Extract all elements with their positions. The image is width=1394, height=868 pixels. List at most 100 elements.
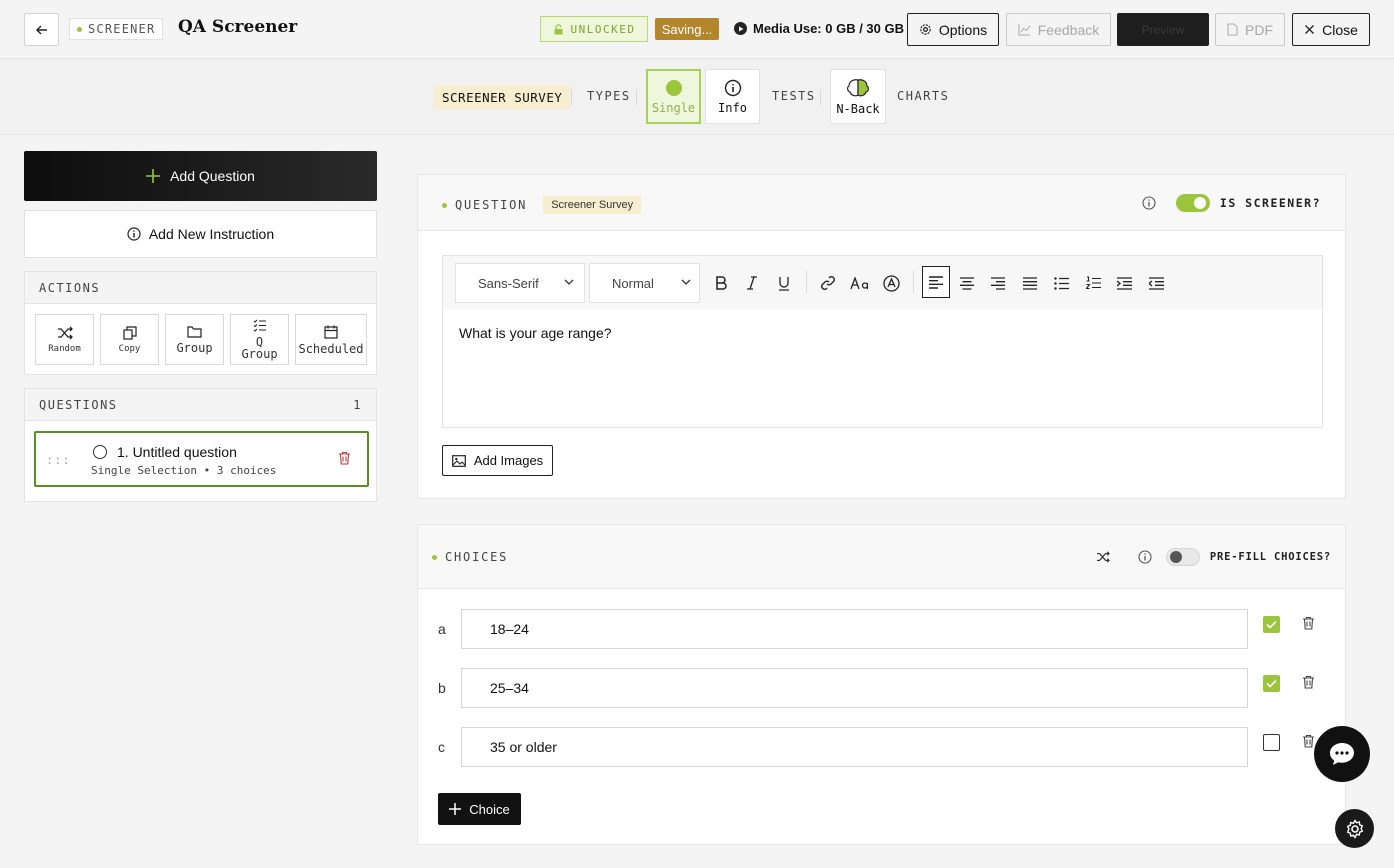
nav-types[interactable]: TYPES [587, 89, 631, 103]
questions-title: QUESTIONS [39, 397, 118, 412]
indent-icon[interactable] [1113, 272, 1135, 294]
question-list-item[interactable]: ::: 1. Untitled question Single Selectio… [34, 431, 369, 487]
text-case-icon[interactable] [848, 272, 870, 294]
settings-button[interactable] [1335, 809, 1374, 848]
info-icon[interactable] [1138, 550, 1152, 564]
action-random-label: Random [48, 343, 81, 354]
align-left-icon[interactable] [922, 266, 950, 298]
numbered-list-icon[interactable] [1082, 272, 1104, 294]
choice-letter: a [438, 621, 446, 637]
action-group[interactable]: Group [165, 314, 224, 365]
options-label: Options [938, 21, 988, 38]
font-size-select[interactable]: Normal [589, 263, 700, 303]
bold-icon[interactable] [710, 272, 732, 294]
choices-card: CHOICES PRE-FILL CHOICES? a 18–24 b 25–3… [417, 524, 1346, 845]
preview-label: Preview [1141, 22, 1185, 37]
image-icon [451, 454, 466, 467]
pdf-label: PDF [1245, 21, 1273, 38]
link-icon[interactable] [817, 272, 839, 294]
close-label: Close [1322, 21, 1358, 38]
action-q-group[interactable]: Q Group [230, 314, 289, 365]
feedback-label: Feedback [1037, 21, 1100, 38]
gear-icon [1345, 818, 1365, 839]
choice-row: b 25–34 [418, 668, 1347, 708]
trash-icon[interactable] [1302, 675, 1315, 689]
toggle-knob [1169, 551, 1182, 563]
nav-tests[interactable]: TESTS [772, 89, 816, 103]
action-random[interactable]: Random [35, 314, 94, 365]
choice-checkbox[interactable] [1263, 675, 1280, 692]
italic-icon[interactable] [741, 272, 763, 294]
action-copy[interactable]: Copy [100, 314, 159, 365]
choices-label-text: CHOICES [445, 550, 509, 564]
add-instruction-button[interactable]: Add New Instruction [24, 210, 377, 258]
font-family-select[interactable]: Sans-Serif [455, 263, 585, 303]
align-justify-icon[interactable] [1019, 272, 1041, 294]
outdent-icon[interactable] [1145, 272, 1167, 294]
align-center-icon[interactable] [956, 272, 978, 294]
align-right-icon[interactable] [987, 272, 1009, 294]
underline-icon[interactable] [773, 272, 795, 294]
toolbar-divider [806, 271, 807, 293]
action-scheduled[interactable]: Scheduled [295, 314, 367, 365]
nav-tile-info[interactable]: Info [705, 69, 760, 124]
options-button[interactable]: Options [907, 13, 999, 46]
add-question-label: Add Question [170, 168, 255, 184]
is-screener-toggle[interactable] [1175, 194, 1210, 212]
question-card-header: QUESTION Screener Survey IS SCREENER? [418, 175, 1345, 231]
actions-row: Random Copy Group Q Group Scheduled [35, 314, 367, 365]
preview-button[interactable]: Preview [1117, 13, 1209, 46]
nav-tile-single[interactable]: Single [646, 69, 701, 124]
prefill-control: PRE-FILL CHOICES? [1096, 548, 1331, 566]
action-scheduled-label: Scheduled [298, 341, 364, 356]
trash-icon[interactable] [1302, 734, 1315, 748]
actions-title: ACTIONS [39, 280, 101, 295]
nav-tile-nback[interactable]: N-Back [830, 69, 886, 124]
plus-icon [146, 169, 161, 183]
unlocked-label: UNLOCKED [570, 22, 636, 36]
brain-icon [845, 78, 871, 98]
info-icon [127, 227, 141, 241]
info-icon[interactable] [1142, 196, 1156, 210]
pdf-button[interactable]: PDF [1215, 13, 1285, 46]
trash-icon[interactable] [338, 451, 351, 465]
back-button[interactable] [24, 13, 59, 46]
choice-input[interactable]: 35 or older [461, 727, 1248, 767]
question-item-title: 1. Untitled question [117, 444, 237, 460]
choice-checkbox[interactable] [1263, 734, 1280, 751]
unlocked-badge[interactable]: UNLOCKED [540, 16, 648, 42]
choice-row: c 35 or older [418, 727, 1347, 767]
choice-checkbox[interactable] [1263, 616, 1280, 633]
add-question-button[interactable]: Add Question [24, 151, 377, 201]
shuffle-icon [57, 326, 73, 340]
nav-screener-survey[interactable]: SCREENER SURVEY [434, 85, 571, 109]
nav-charts[interactable]: CHARTS [897, 89, 949, 103]
nav-tile-info-label: Info [718, 100, 747, 115]
editor-content[interactable]: What is your age range? [443, 309, 1322, 357]
choice-input[interactable]: 18–24 [461, 609, 1248, 649]
media-use-indicator: Media Use: 0 GB / 30 GB [734, 21, 904, 36]
add-choice-button[interactable]: Choice [438, 793, 521, 825]
drag-handle-icon[interactable]: ::: [46, 453, 71, 467]
plus-icon [449, 803, 462, 815]
feedback-button[interactable]: Feedback [1006, 13, 1111, 46]
prefill-label: PRE-FILL CHOICES? [1209, 551, 1331, 563]
shuffle-icon[interactable] [1096, 551, 1110, 563]
choices-card-header: CHOICES PRE-FILL CHOICES? [418, 525, 1345, 589]
nav-tile-nback-label: N-Back [836, 101, 880, 116]
rich-text-editor: Sans-Serif Normal What is your age range… [442, 255, 1323, 428]
calendar-icon [324, 325, 338, 339]
toolbar-divider [913, 271, 914, 293]
question-label: QUESTION Screener Survey [442, 196, 642, 214]
info-icon [724, 79, 742, 97]
bullet-list-icon[interactable] [1050, 272, 1072, 294]
trash-icon[interactable] [1302, 616, 1315, 630]
close-button[interactable]: Close [1292, 13, 1370, 46]
text-color-icon[interactable] [880, 272, 902, 294]
choice-input[interactable]: 25–34 [461, 668, 1248, 708]
media-use-label: Media Use: 0 GB / 30 GB [753, 21, 904, 36]
add-images-button[interactable]: Add Images [442, 445, 553, 476]
prefill-toggle[interactable] [1165, 548, 1200, 566]
action-q-group-label: Q Group [241, 335, 278, 361]
chat-button[interactable] [1314, 726, 1370, 782]
